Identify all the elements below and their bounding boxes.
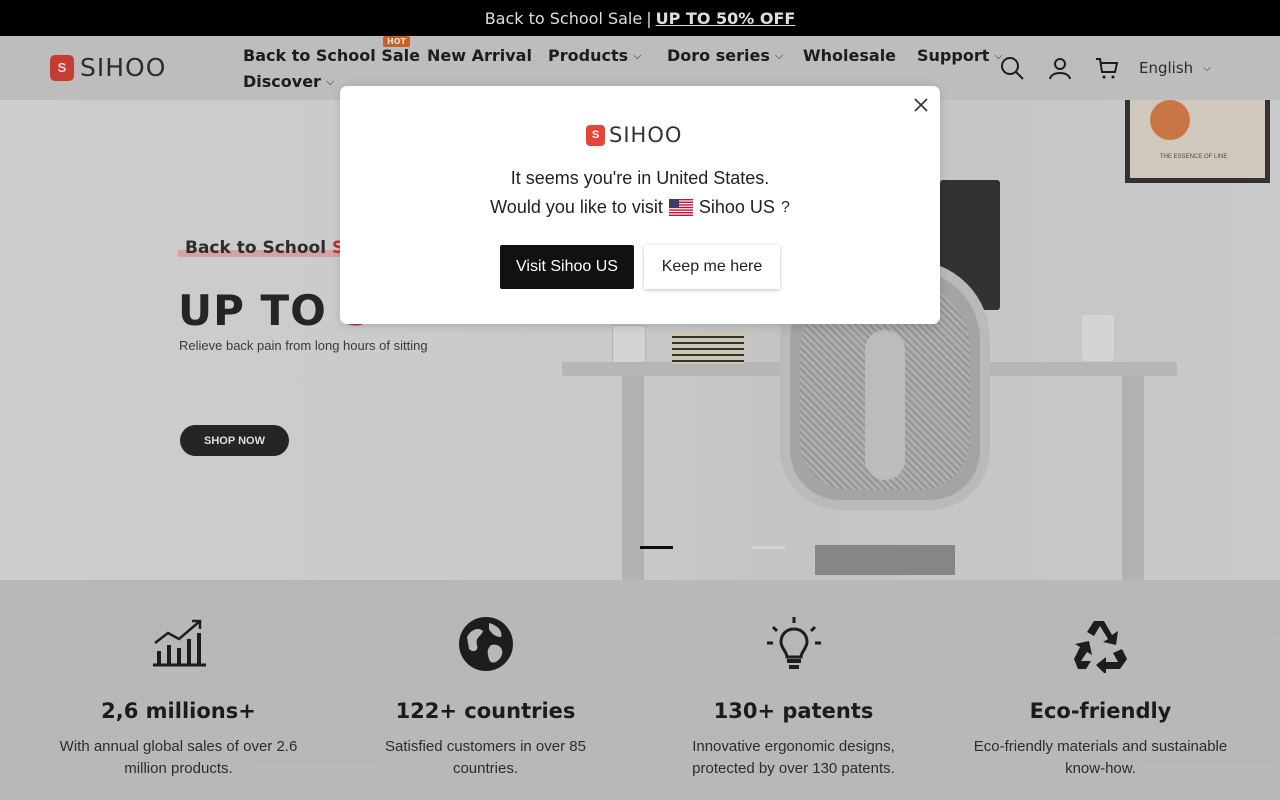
logo-text: SIHOO xyxy=(609,123,683,147)
modal-visit-prompt: Would you like to visit Sihoo US ? xyxy=(340,197,940,218)
region-redirect-modal: S SIHOO It seems you're in United States… xyxy=(340,86,940,324)
modal-location-text: It seems you're in United States. xyxy=(510,168,770,188)
modal-logo: S SIHOO xyxy=(586,123,682,147)
visit-sihoo-us-button[interactable]: Visit Sihoo US xyxy=(500,245,634,289)
keep-me-here-button[interactable]: Keep me here xyxy=(644,245,780,289)
close-icon[interactable] xyxy=(910,94,932,116)
modal-question-mark: ? xyxy=(780,198,790,216)
modal-visit-text: Would you like to visit xyxy=(490,197,663,217)
us-flag-icon xyxy=(668,199,693,216)
modal-site-name: Sihoo US xyxy=(698,197,775,217)
logo-mark-icon: S xyxy=(586,124,605,146)
